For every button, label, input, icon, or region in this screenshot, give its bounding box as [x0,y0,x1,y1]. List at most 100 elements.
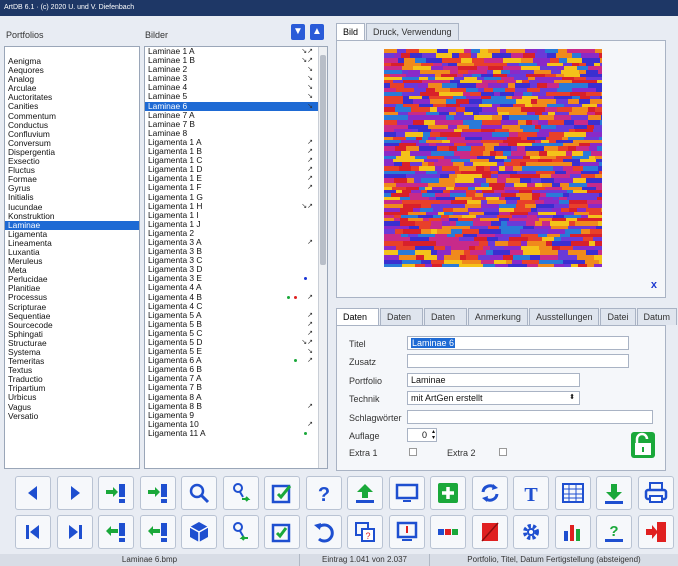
search-prev-button[interactable] [222,515,259,549]
exit-button[interactable] [637,515,674,549]
download-icon [605,484,623,504]
settings-button[interactable] [513,515,549,549]
move-out-2-button[interactable] [139,515,176,549]
sync-button[interactable] [471,476,508,510]
red-box-button[interactable] [471,515,508,549]
link-mark-icon: ↗ [307,184,313,192]
bild-item[interactable]: Ligamenta 11 A [145,428,327,438]
monitor-icon [395,483,418,502]
help-button[interactable]: ? [305,476,342,510]
question-doc-button[interactable]: ? [596,515,632,549]
link-mark-icon: ↗ [307,238,313,246]
link-mark-icon: ↘↗ [301,339,313,346]
download-button[interactable] [596,476,632,510]
extra1-checkbox[interactable] [409,448,417,456]
color-bar-button[interactable] [430,515,466,549]
bar-chart-icon [563,525,580,541]
portfolio-list[interactable]: Aenigma Aequores Analog Arculae Auctoritates… [4,46,140,469]
extra2-label: Extra 2 [447,448,476,458]
status-dot-icon [287,295,290,299]
bar-chart-button[interactable] [554,515,591,549]
unlock-icon [635,432,651,455]
svg-text:?: ? [609,523,618,540]
auflage-stepper[interactable]: 0 ▴ ▾ [407,428,437,442]
bilder-list[interactable]: Laminae 1 A ↘↗ Laminae 1 B ↘↗ Laminae 2 ↘ Lami… [144,46,328,469]
last-button[interactable] [56,515,93,549]
schlagwoerter-label: Schlagwörter [349,413,402,423]
svg-text:T: T [524,484,538,506]
link-mark-icon: ↘↗ [301,202,313,210]
data-tab-4[interactable]: Ausstellungen [528,308,600,325]
checkbox-button[interactable] [264,515,300,549]
arrow-left-icon [28,486,37,500]
cube-button[interactable] [181,515,217,549]
data-tab-1[interactable]: Daten 2 [379,308,423,339]
edit-check-button[interactable] [264,476,300,510]
data-tab-3[interactable]: Anmerkung [467,308,528,325]
last-icon [68,525,82,539]
bilder-scrollbar[interactable] [318,47,327,468]
schlagwoerter-field[interactable] [407,410,653,424]
stepper-icon: ▴ ▾ [431,429,435,441]
print-button[interactable] [637,476,674,510]
data-tab-5[interactable]: Datei [600,308,636,325]
monitor-button[interactable] [388,476,425,510]
portfolio-field[interactable]: Laminae [407,373,580,387]
scroll-thumb[interactable] [320,55,326,265]
portfolio-item[interactable]: Versatio [5,411,139,421]
arrow-left-button[interactable] [15,476,51,510]
table-button[interactable] [554,476,591,510]
zusatz-label: Zusatz [349,357,377,367]
move-out-1-button[interactable] [98,476,134,510]
info-button[interactable] [388,515,425,549]
arrow-right-button[interactable] [56,476,93,510]
status-dot-icon [304,431,307,435]
edit-check-icon [271,484,292,504]
link-mark-icon: ↘↗ [301,57,313,65]
copy-help-button[interactable]: ? [347,515,383,549]
image-tab-0[interactable]: Bild [336,23,366,40]
add-button[interactable] [430,476,466,510]
technik-select[interactable]: mit ArtGen erstellt ⬍ [407,391,580,405]
zusatz-field[interactable] [407,354,629,368]
search-button[interactable] [181,476,217,510]
print-icon [644,482,667,503]
link-mark-icon: ↗ [307,311,313,319]
move-in-1-icon [106,523,125,542]
first-icon [26,525,39,539]
extra1-label: Extra 1 [349,448,378,458]
unlock-button[interactable] [631,432,655,458]
cube-icon [189,522,209,542]
data-tab-2[interactable]: Daten 3 [423,308,467,339]
move-down-button[interactable]: ▼ [291,24,305,40]
link-mark-icon: ↗ [307,293,313,301]
image-tab-1[interactable]: Druck, Verwendung [366,23,459,40]
undo-button[interactable] [305,515,342,549]
search-next-button[interactable] [222,476,259,510]
link-mark-icon: ↗ [307,357,313,365]
technik-value: mit ArtGen erstellt [411,393,483,403]
arrow-down-icon: ▼ [293,26,303,37]
search-prev-icon [232,522,248,541]
link-mark-icon: ↗ [307,329,313,337]
link-mark-icon: ↘ [307,75,313,83]
text-button[interactable]: T [513,476,549,510]
red-box-icon [480,522,499,542]
move-in-1-button[interactable] [98,515,134,549]
upload-button[interactable] [347,476,383,510]
status-dot-icon [294,359,297,363]
first-button[interactable] [15,515,51,549]
data-tab-0[interactable]: Daten 1 [336,308,379,339]
titel-value: Laminae 6 [411,338,456,348]
titel-field[interactable]: Laminae 6 [407,336,629,350]
table-icon [561,483,584,503]
close-image-icon[interactable]: x [651,279,657,291]
data-tab-6[interactable]: Datum [636,308,678,325]
move-up-button[interactable]: ▲ [310,24,324,40]
link-mark-icon: ↗ [307,420,313,428]
extra2-checkbox[interactable] [499,448,507,456]
sync-icon [481,484,498,502]
help-icon: ? [317,484,329,506]
status-dot-icon [304,277,307,281]
move-in-2-button[interactable] [139,476,176,510]
